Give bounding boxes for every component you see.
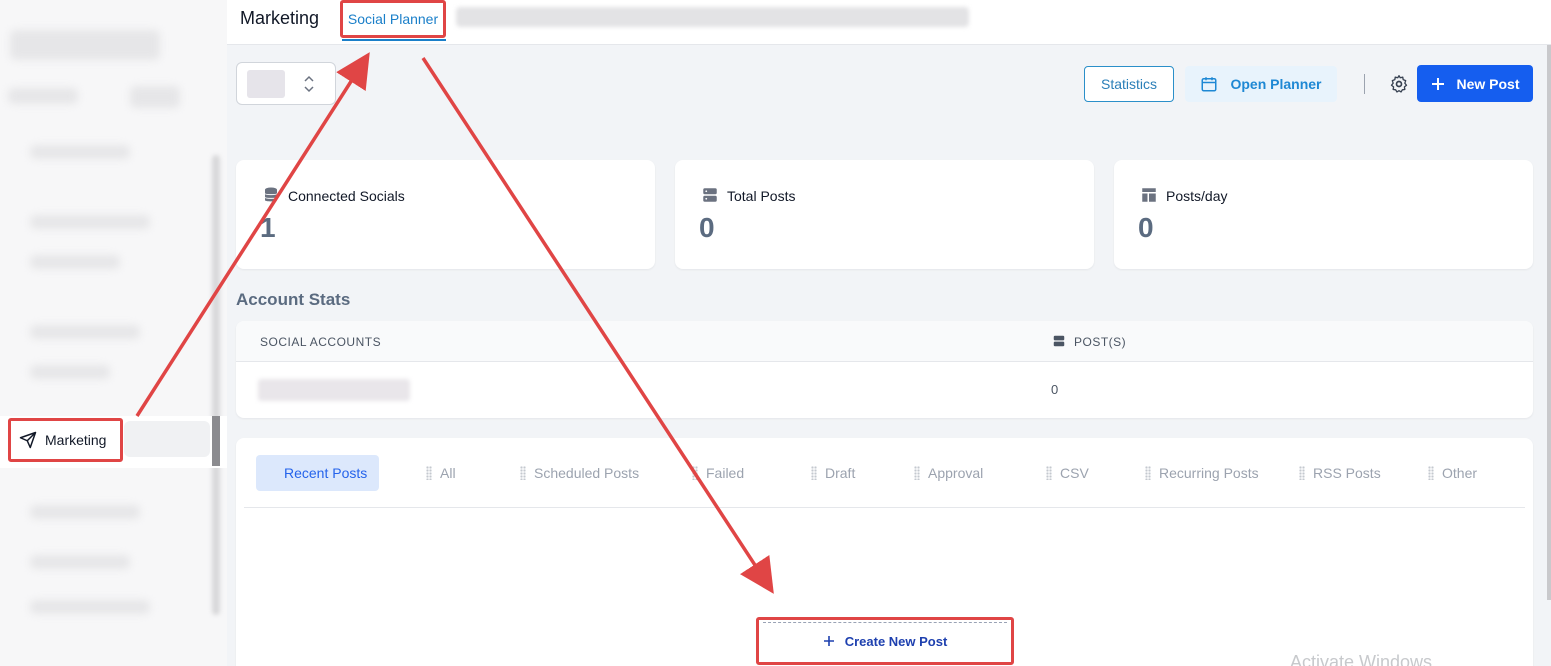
- posts-count: 0: [1051, 382, 1059, 397]
- chevron-up-down-icon: [304, 75, 314, 93]
- tab-all[interactable]: All: [426, 455, 456, 491]
- posts-tabs: Recent Posts All Scheduled Posts Failed …: [244, 438, 1525, 508]
- drag-handle-icon: [1299, 466, 1305, 480]
- location-select[interactable]: [236, 62, 336, 105]
- drag-handle-icon: [914, 466, 920, 480]
- tab-approval[interactable]: Approval: [914, 455, 983, 491]
- sidebar-item-marketing[interactable]: Marketing: [8, 418, 123, 462]
- sidebar-scrollbar[interactable]: [212, 155, 220, 615]
- blurred-item: [30, 600, 150, 614]
- tab-label: Failed: [706, 465, 745, 481]
- drag-handle-icon: [1046, 466, 1052, 480]
- tab-underline: [342, 39, 446, 41]
- blurred-item: [8, 88, 78, 104]
- page-title: Marketing: [240, 8, 320, 28]
- card-value: 0: [1138, 212, 1154, 243]
- drag-handle-icon: [426, 466, 432, 480]
- tab-label: Recurring Posts: [1159, 465, 1259, 481]
- top-bar: Marketing Social Planner: [227, 0, 1551, 45]
- tab-label: All: [440, 465, 456, 481]
- server-icon: [703, 188, 717, 202]
- create-new-post-label: Create New Post: [844, 633, 948, 649]
- tab-draft[interactable]: Draft: [811, 455, 855, 491]
- tab-recent-posts[interactable]: Recent Posts: [256, 455, 380, 491]
- tab-failed[interactable]: Failed: [692, 455, 744, 491]
- tab-recurring-posts[interactable]: Recurring Posts: [1145, 455, 1259, 491]
- card-value: 1: [260, 212, 276, 243]
- blurred-item: [30, 145, 130, 159]
- blurred-item: [130, 86, 180, 108]
- drag-handle-icon: [692, 466, 698, 480]
- open-planner-label: Open Planner: [1230, 76, 1322, 92]
- location-avatar: [247, 70, 285, 98]
- blurred-item: [30, 255, 120, 269]
- blurred-item: [30, 365, 110, 379]
- new-post-label: New Post: [1456, 75, 1520, 92]
- drag-handle-icon: [1145, 466, 1151, 480]
- gear-icon[interactable]: [1389, 74, 1409, 94]
- tab-scheduled-posts[interactable]: Scheduled Posts: [520, 455, 639, 491]
- tab-label: RSS Posts: [1313, 465, 1381, 481]
- tab-label: Other: [1442, 465, 1478, 481]
- card-connected-socials: Connected Socials 1: [236, 160, 655, 269]
- blurred-logo: [10, 30, 160, 60]
- card-total-posts: Total Posts 0: [675, 160, 1094, 269]
- card-value: 0: [699, 212, 715, 243]
- sidebar: Marketing: [0, 0, 227, 666]
- plus-icon: [823, 636, 834, 646]
- tab-label: Approval: [928, 465, 984, 481]
- page-scrollbar[interactable]: [1547, 45, 1551, 600]
- tab-social-planner[interactable]: Social Planner: [340, 0, 446, 38]
- server-icon: [1053, 335, 1065, 347]
- layout-icon: [1142, 188, 1156, 202]
- tab-csv[interactable]: CSV: [1046, 455, 1089, 491]
- card-posts-per-day: Posts/day 0: [1114, 160, 1533, 269]
- drag-handle-icon: [811, 466, 817, 480]
- blurred-item: [30, 505, 140, 519]
- create-new-post-button[interactable]: Create New Post: [756, 617, 1014, 665]
- card-label: Posts/day: [1166, 188, 1228, 204]
- tab-rss-posts[interactable]: RSS Posts: [1299, 455, 1381, 491]
- card-label: Connected Socials: [288, 188, 405, 204]
- os-watermark: Activate Windows: [1290, 652, 1433, 666]
- blurred-item: [30, 325, 140, 339]
- calendar-icon: [1201, 77, 1217, 92]
- tab-other[interactable]: Other: [1428, 455, 1477, 491]
- account-stats-title: Account Stats: [236, 290, 351, 309]
- send-icon: [19, 431, 37, 449]
- sidebar-item-label: Marketing: [45, 432, 107, 448]
- column-header: POST(S): [1074, 335, 1127, 349]
- statistics-button[interactable]: Statistics: [1084, 66, 1174, 102]
- blurred-account-name: [258, 379, 410, 401]
- card-label: Total Posts: [727, 188, 796, 204]
- column-header: SOCIAL ACCOUNTS: [260, 335, 382, 349]
- tab-label: CSV: [1060, 465, 1089, 481]
- drag-handle-icon: [520, 466, 526, 480]
- sidebar-scroll-thumb[interactable]: [212, 416, 220, 466]
- sidebar-active-highlight: [124, 421, 210, 457]
- database-icon: [264, 187, 278, 202]
- account-stats-table: SOCIAL ACCOUNTS POST(S) 0: [236, 321, 1533, 418]
- tab-label: Scheduled Posts: [534, 465, 640, 481]
- plus-icon: [1432, 77, 1445, 90]
- tab-label: Draft: [825, 465, 856, 481]
- toolbar-divider: [1364, 74, 1365, 94]
- open-planner-button[interactable]: Open Planner: [1185, 66, 1337, 102]
- new-post-button[interactable]: New Post: [1417, 65, 1533, 102]
- table-header: SOCIAL ACCOUNTS POST(S): [236, 321, 1533, 362]
- blurred-tabs: [456, 7, 969, 27]
- drag-handle-icon: [1428, 466, 1434, 480]
- blurred-item: [30, 215, 150, 229]
- blurred-item: [30, 555, 130, 569]
